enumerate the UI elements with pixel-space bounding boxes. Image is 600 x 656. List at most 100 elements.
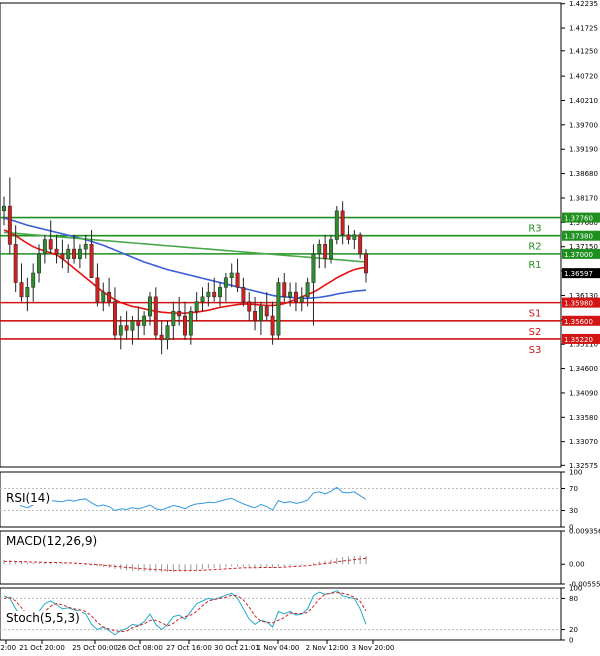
price-tick-label: 1.42235 xyxy=(569,0,598,8)
candle-down xyxy=(89,244,94,279)
price-tick-label: 1.40720 xyxy=(569,73,598,81)
candle-up xyxy=(229,272,234,279)
background xyxy=(0,0,600,656)
candle-up xyxy=(334,210,339,240)
candle-up xyxy=(66,248,71,259)
candle-up xyxy=(42,239,47,255)
current-price-label: 1.36597 xyxy=(564,270,593,278)
candle-up xyxy=(142,315,147,326)
time-tick-label: 30 Oct 21:01 xyxy=(214,644,260,652)
candle-down xyxy=(235,272,240,288)
candle-down xyxy=(95,277,100,302)
time-tick-label: 27 Oct 16:00 xyxy=(166,644,212,652)
candle-down xyxy=(253,310,258,322)
candle-up xyxy=(352,234,357,240)
rsi-label: RSI(14) xyxy=(4,491,53,505)
candle-up xyxy=(130,320,135,331)
candle-up xyxy=(218,287,222,298)
candle-down xyxy=(177,310,182,317)
candle-up xyxy=(118,325,123,336)
candle-up xyxy=(2,205,6,212)
candle-down xyxy=(19,282,24,298)
time-tick-label: 1 Nov 04:00 xyxy=(257,644,300,652)
rsi-tick-label: 70 xyxy=(569,485,578,493)
time-tick-label: 25 Oct 00:00 xyxy=(72,644,118,652)
macd-label: MACD(12,26,9) xyxy=(4,534,100,548)
stoch-tick-label: 100 xyxy=(569,585,582,593)
stoch-tick-label: 0 xyxy=(569,637,573,645)
candle-up xyxy=(329,239,333,259)
pivot-name-s2: S2 xyxy=(529,327,542,338)
price-tick-label: 1.39190 xyxy=(569,146,598,154)
candle-up xyxy=(258,306,263,322)
candle-down xyxy=(7,205,12,245)
candle-up xyxy=(77,248,82,259)
candle-up xyxy=(31,272,36,288)
candle-up xyxy=(317,244,322,255)
pivot-name-s1: S1 xyxy=(529,309,542,320)
pivot-tag-label: 1.35220 xyxy=(564,336,593,344)
candle-down xyxy=(124,325,129,331)
pivot-name-r3: R3 xyxy=(528,224,541,235)
candle-up xyxy=(101,291,106,302)
time-tick-label: 3 Nov 20:00 xyxy=(352,644,395,652)
price-tick-label: 1.41725 xyxy=(569,25,598,33)
candle-down xyxy=(293,291,298,302)
time-tick-label: 2 Nov 12:00 xyxy=(306,644,349,652)
macd-tick-label: 0.009356 xyxy=(569,528,600,536)
price-tick-label: 1.33070 xyxy=(569,438,598,446)
candle-down xyxy=(159,334,164,341)
price-tick-label: 1.41250 xyxy=(569,47,598,55)
candle-up xyxy=(83,244,88,250)
candle-up xyxy=(311,253,316,283)
price-tick-label: 1.33580 xyxy=(569,414,598,422)
candle-down xyxy=(270,315,275,336)
candle-up xyxy=(25,287,30,298)
candle-up xyxy=(148,296,152,317)
candle-up xyxy=(188,310,193,336)
candle-down xyxy=(358,234,363,255)
candle-down xyxy=(247,301,252,312)
candle-down xyxy=(264,306,269,317)
pivot-tag-label: 1.35980 xyxy=(564,300,593,308)
pivot-name-s3: S3 xyxy=(529,345,542,356)
candle-down xyxy=(60,253,65,259)
stoch-tick-label: 80 xyxy=(569,595,578,603)
candle-down xyxy=(346,234,351,240)
price-tick-label: 1.34090 xyxy=(569,389,598,397)
pivot-tag-label: 1.35600 xyxy=(564,318,593,326)
candle-up xyxy=(223,277,228,288)
price-tick-label: 1.38680 xyxy=(569,170,598,178)
time-tick-label: 26 Oct 08:00 xyxy=(117,644,163,652)
price-tick-label: 1.39700 xyxy=(569,121,598,129)
candle-down xyxy=(13,244,18,283)
time-tick-label: 21 Oct 20:00 xyxy=(19,644,65,652)
candle-up xyxy=(171,310,176,326)
pivot-tag-label: 1.37760 xyxy=(564,215,593,223)
pivot-tag-label: 1.37380 xyxy=(564,233,593,241)
price-tick-label: 1.34600 xyxy=(569,365,598,373)
candle-down xyxy=(112,301,117,336)
candle-down xyxy=(72,248,77,259)
candle-down xyxy=(54,248,59,255)
candle-down xyxy=(107,291,112,302)
candle-down xyxy=(136,320,141,326)
price-tick-label: 1.40210 xyxy=(569,97,598,105)
stoch-label: Stoch(5,5,3) xyxy=(4,611,82,625)
candle-down xyxy=(364,253,368,274)
candle-up xyxy=(299,296,304,302)
pivot-name-r2: R2 xyxy=(528,242,541,253)
pivot-tag-label: 1.37000 xyxy=(564,251,593,259)
candle-up xyxy=(194,301,199,312)
macd-tick-label: 0.00 xyxy=(569,561,585,569)
candle-up xyxy=(37,253,41,274)
candle-down xyxy=(183,315,187,336)
price-tick-label: 1.38170 xyxy=(569,194,598,202)
stoch-tick-label: 20 xyxy=(569,626,578,634)
candle-up xyxy=(200,296,205,302)
candle-down xyxy=(241,287,246,302)
candle-up xyxy=(305,282,310,298)
candle-up xyxy=(288,291,293,298)
candle-down xyxy=(282,282,287,298)
rsi-tick-label: 30 xyxy=(569,507,578,515)
